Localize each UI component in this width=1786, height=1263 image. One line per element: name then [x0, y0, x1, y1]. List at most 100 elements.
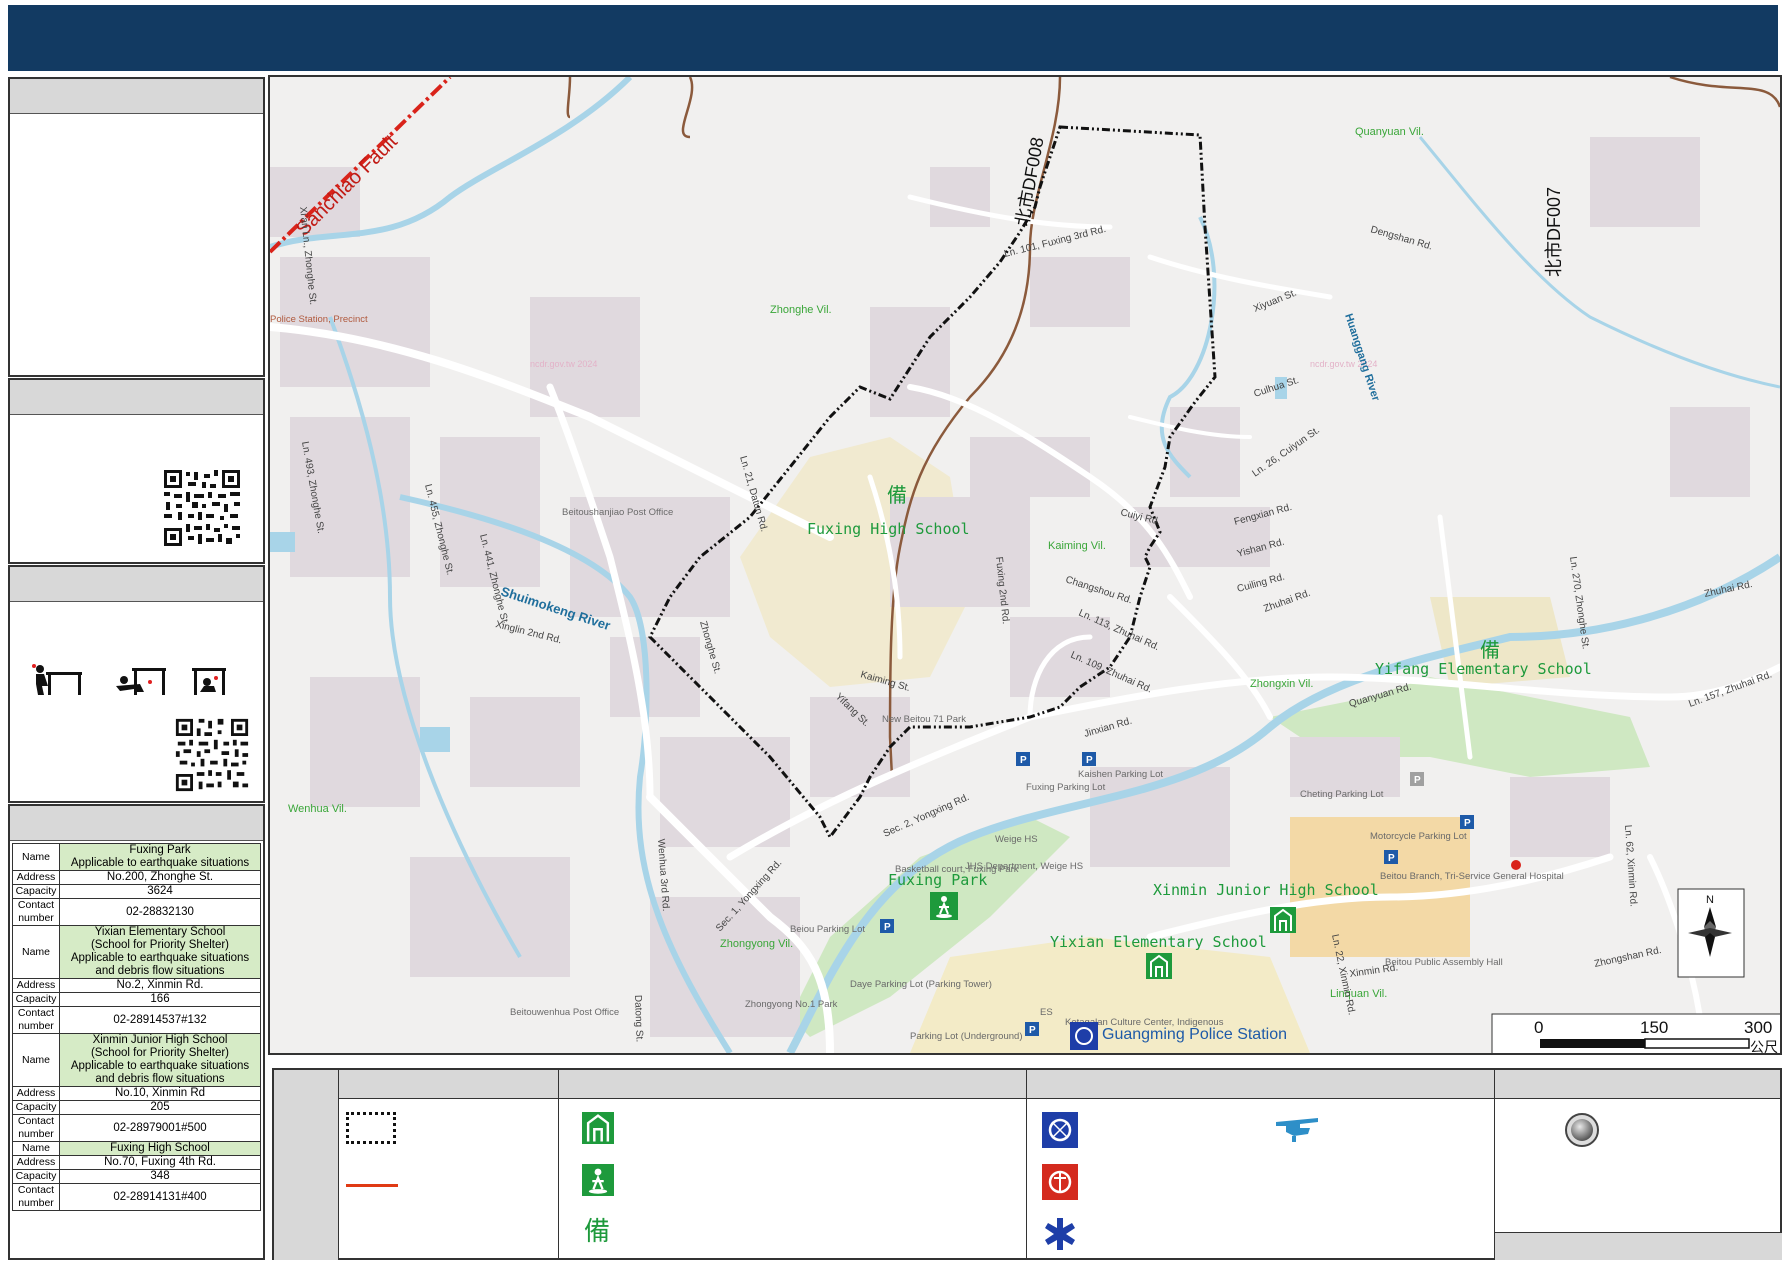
info-panel-2 — [8, 378, 265, 564]
poi-label: Beitou Branch, Tri-Service General Hospi… — [1380, 871, 1564, 882]
shelter-table: Name Fuxing Park Applicable to earthquake… — [12, 843, 261, 1211]
scale-bar: 0 150 300 公尺 — [1491, 1013, 1780, 1053]
school-label: Yixian Elementary School — [1050, 933, 1267, 951]
poi-label: Beitouwenhua Post Office — [510, 1007, 619, 1018]
shelter-field-value: 02-28914537#132 — [59, 1006, 261, 1034]
shelter-field-key: Capacity — [12, 1169, 60, 1184]
legend-medical-icon — [1045, 1218, 1075, 1250]
qr-code-icon-2[interactable] — [172, 717, 252, 793]
info-panel-1 — [8, 77, 265, 377]
pond — [270, 532, 295, 552]
shelter-field-value: Fuxing Park Applicable to earthquake sit… — [59, 843, 261, 871]
legend-panel: 備 — [272, 1068, 1782, 1260]
map-canvas[interactable]: Sanchiao Fault 北市DF008 北市DF007 ncdr.gov.… — [270, 77, 1780, 1053]
road-label: Datong St. — [632, 995, 645, 1043]
shelter-field-key: Contact number — [12, 898, 60, 926]
legend-header-band — [274, 1070, 1780, 1099]
shelter-row: Address No.10, Xinmin Rd — [12, 1086, 261, 1101]
legend-marker-icon — [1565, 1113, 1599, 1147]
shelter-row: Name Xinmin Junior High School (School fo… — [12, 1033, 261, 1087]
legend-indoor-shelter-icon — [582, 1112, 614, 1144]
shelter-panel: Name Fuxing Park Applicable to earthquake… — [8, 804, 265, 1260]
outdoor-shelter-icon[interactable] — [930, 892, 958, 920]
info-panel-2-header — [10, 380, 263, 415]
shelter-field-key: Capacity — [12, 884, 60, 899]
village-label: Wenhua Vil. — [288, 803, 347, 815]
village-label: Quanyuan Vil. — [1355, 126, 1424, 138]
shelter-field-value: Yixian Elementary School (School for Pri… — [59, 925, 261, 979]
scale-tick: 0 — [1534, 1018, 1543, 1037]
info-panel-1-header — [10, 79, 263, 114]
title-bar — [8, 5, 1778, 71]
scale-tick: 150 — [1640, 1018, 1668, 1037]
shelter-row: Address No.70, Fuxing 4th Rd. — [12, 1155, 261, 1170]
shelter-field-key: Name — [12, 1141, 60, 1156]
watermark: ncdr.gov.tw 2024 — [530, 359, 597, 369]
hold-on-pictogram-icon — [192, 668, 226, 695]
legend-helipad-icon — [1276, 1118, 1318, 1142]
shelter-field-value: 348 — [59, 1169, 261, 1184]
shelter-row: Capacity 205 — [12, 1100, 261, 1115]
legend-zone-boundary-symbol — [346, 1112, 396, 1144]
shelter-field-value: 205 — [59, 1100, 261, 1115]
zone-label-2: 北市DF007 — [1544, 187, 1564, 277]
shelter-field-value: 02-28832130 — [59, 898, 261, 926]
north-arrow: N — [1677, 888, 1745, 978]
shelter-panel-header — [10, 806, 263, 841]
shelter-row: Contact number 02-28979001#500 — [12, 1114, 261, 1142]
shelter-field-value: 166 — [59, 992, 261, 1007]
legend-outdoor-shelter-icon — [582, 1164, 614, 1196]
shelter-field-value: No.200, Zhonghe St. — [59, 870, 261, 885]
indoor-shelter-icon[interactable] — [1146, 953, 1172, 979]
legend-col-divider — [338, 1070, 339, 1258]
legend-police-icon — [1042, 1112, 1078, 1148]
legend-bottom-band — [1495, 1232, 1782, 1260]
backup-shelter-icon[interactable]: 備 — [887, 484, 907, 507]
poi-label: Zhongyong No.1 Park — [745, 999, 838, 1010]
poi-label: Motorcycle Parking Lot — [1370, 831, 1467, 842]
shelter-field-key: Contact number — [12, 1183, 60, 1211]
poi-label: Cheting Parking Lot — [1300, 789, 1384, 800]
village-label: Linquan Vil. — [1330, 988, 1387, 1000]
map-view[interactable]: Sanchiao Fault 北市DF008 北市DF007 ncdr.gov.… — [268, 75, 1782, 1055]
cover-pictogram-icon — [116, 668, 166, 695]
svg-text:P: P — [1414, 775, 1421, 786]
pond — [420, 727, 450, 752]
poi-label: New Beitou 71 Park — [882, 714, 966, 725]
backup-shelter-icon[interactable]: 備 — [1480, 639, 1500, 662]
shelter-field-key: Capacity — [12, 992, 60, 1007]
shelter-row: Name Fuxing Park Applicable to earthquake… — [12, 843, 261, 871]
school-label: Fuxing High School — [807, 520, 970, 538]
shelter-field-key: Address — [12, 870, 60, 885]
police-station-icon[interactable] — [1070, 1022, 1098, 1050]
legend-col-divider — [558, 1070, 559, 1258]
hospital-icon[interactable] — [1511, 860, 1521, 870]
shelter-field-value: Xinmin Junior High School (School for Pr… — [59, 1033, 261, 1087]
shelter-row: Name Yixian Elementary School (School for… — [12, 925, 261, 979]
poi-label: ES — [1040, 1007, 1053, 1018]
qr-code-icon[interactable] — [162, 468, 242, 548]
shelter-field-value: No.2, Xinmin Rd. — [59, 978, 261, 993]
shelter-list: Name Fuxing Park Applicable to earthquake… — [12, 843, 261, 1211]
poi-label: Fuxing Parking Lot — [1026, 782, 1106, 793]
shelter-field-key: Name — [12, 1033, 60, 1087]
poi-label: Beitoushanjiao Post Office — [562, 507, 673, 518]
shelter-row: Contact number 02-28832130 — [12, 898, 261, 926]
shelter-field-value: 02-28914131#400 — [59, 1183, 261, 1211]
school-label: Yifang Elementary School — [1375, 660, 1592, 678]
info-panel-3 — [8, 565, 265, 803]
shelter-row: Capacity 348 — [12, 1169, 261, 1184]
poi-label: Police Station, Precinct — [270, 314, 368, 325]
svg-text:P: P — [1388, 853, 1395, 864]
indoor-shelter-icon[interactable] — [1270, 907, 1296, 933]
shelter-row: Capacity 3624 — [12, 884, 261, 899]
shelter-row: Address No.2, Xinmin Rd. — [12, 978, 261, 993]
shelter-field-key: Contact number — [12, 1114, 60, 1142]
legend-col-divider — [1026, 1070, 1027, 1258]
shelter-row: Address No.200, Zhonghe St. — [12, 870, 261, 885]
svg-text:P: P — [1464, 818, 1471, 829]
shelter-field-key: Name — [12, 843, 60, 871]
legend-col-divider — [1494, 1070, 1495, 1258]
school-label: Xinmin Junior High School — [1153, 881, 1379, 899]
shelter-field-value: 02-28979001#500 — [59, 1114, 261, 1142]
